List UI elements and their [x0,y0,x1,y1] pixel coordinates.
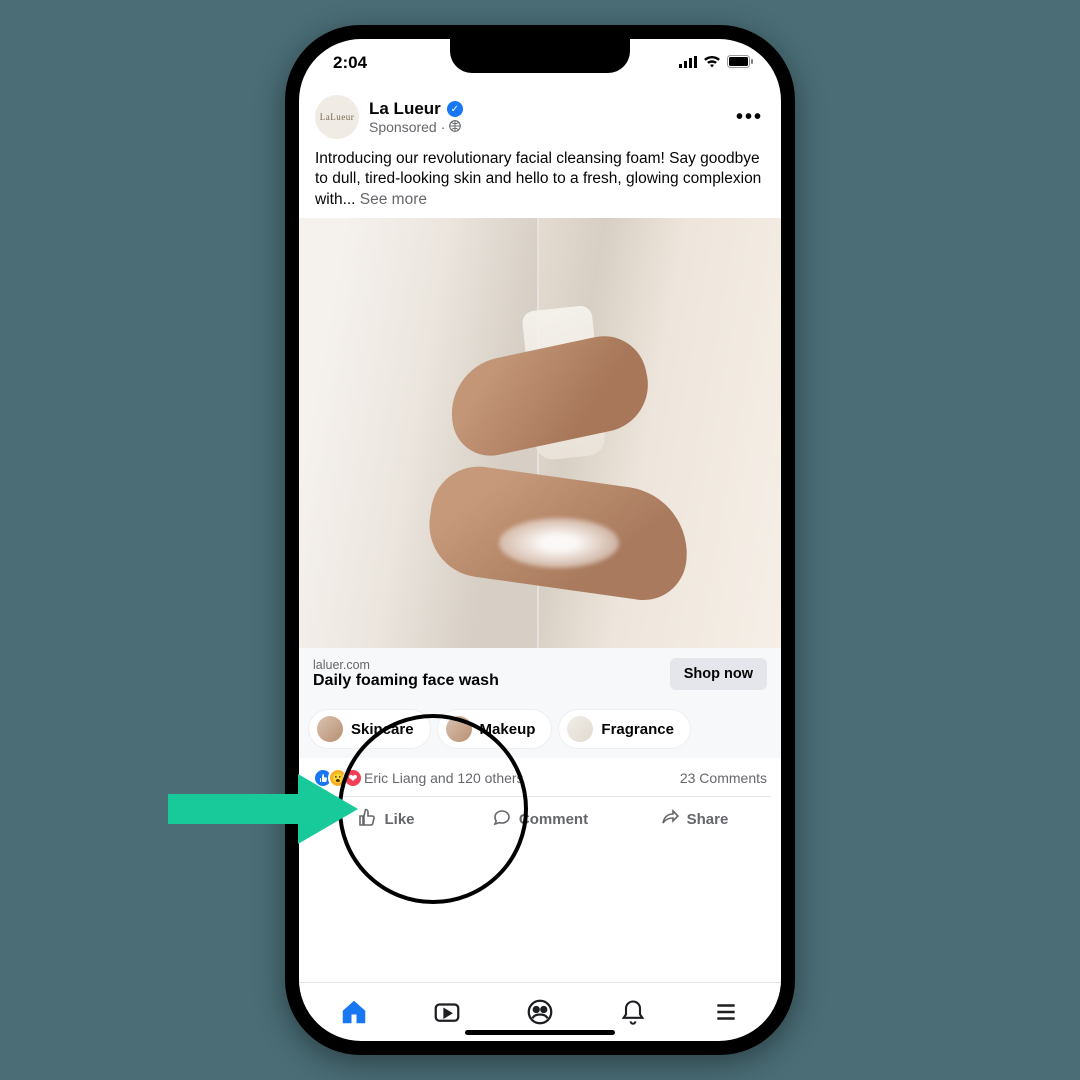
pill-label: Skincare [351,721,414,738]
comment-icon [492,807,512,831]
nav-watch[interactable] [426,991,468,1033]
pill-label: Fragrance [601,721,674,738]
share-icon [660,807,680,831]
status-time: 2:04 [333,53,367,73]
reaction-names: Eric Liang and 120 others [364,770,524,786]
battery-icon [727,53,753,73]
nav-menu[interactable] [705,991,747,1033]
see-more-link[interactable]: See more [360,191,427,208]
bottom-nav [299,982,781,1033]
dot-separator: · [441,119,446,135]
pill-label: Makeup [480,721,536,738]
cta-domain: laluer.com [313,658,499,672]
post-menu-button[interactable]: ••• [736,106,763,129]
love-reaction-icon: ❤ [343,768,363,788]
like-button[interactable]: Like [309,797,463,841]
device-notch [450,39,630,73]
nav-groups[interactable] [519,991,561,1033]
action-bar: Like Comment Share [309,796,771,841]
nav-home[interactable] [333,991,375,1033]
cta-title: Daily foaming face wash [313,672,499,690]
pill-icon [317,716,343,742]
status-indicators [679,53,753,73]
sponsored-label: Sponsored [369,119,437,135]
pill-icon [446,716,472,742]
pill-skincare[interactable]: Skincare [309,710,430,748]
pill-icon [567,716,593,742]
share-button[interactable]: Share [617,797,771,841]
verified-badge-icon: ✓ [447,101,463,117]
thumbs-up-icon [357,807,377,831]
page-avatar[interactable]: LaLueur [315,95,359,139]
cta-card[interactable]: laluer.com Daily foaming face wash Shop … [299,648,781,700]
like-label: Like [384,811,414,828]
share-label: Share [687,811,729,828]
home-indicator[interactable] [465,1030,615,1035]
nav-notifications[interactable] [612,991,654,1033]
page-name[interactable]: La Lueur [369,99,441,119]
post-header: LaLueur La Lueur ✓ Sponsored · ••• [299,87,781,143]
shop-now-button[interactable]: Shop now [670,658,767,690]
phone-screen: 2:04 LaLueur La Lueur ✓ [299,39,781,1041]
phone-frame: 2:04 LaLueur La Lueur ✓ [285,25,795,1055]
wifi-icon [703,53,721,73]
post-image[interactable] [299,218,781,648]
pill-fragrance[interactable]: Fragrance [559,710,690,748]
comment-label: Comment [519,811,588,828]
category-pills-row[interactable]: Skincare Makeup Fragrance [299,700,781,758]
pill-makeup[interactable]: Makeup [438,710,552,748]
post-body: Introducing our revolutionary facial cle… [299,143,781,218]
reactions-summary[interactable]: 😮 ❤ Eric Liang and 120 others [313,768,524,788]
signal-icon [679,53,697,73]
comment-button[interactable]: Comment [463,797,617,841]
comments-count[interactable]: 23 Comments [680,770,767,786]
globe-icon [449,119,461,135]
reactions-row: 😮 ❤ Eric Liang and 120 others 23 Comment… [299,758,781,794]
